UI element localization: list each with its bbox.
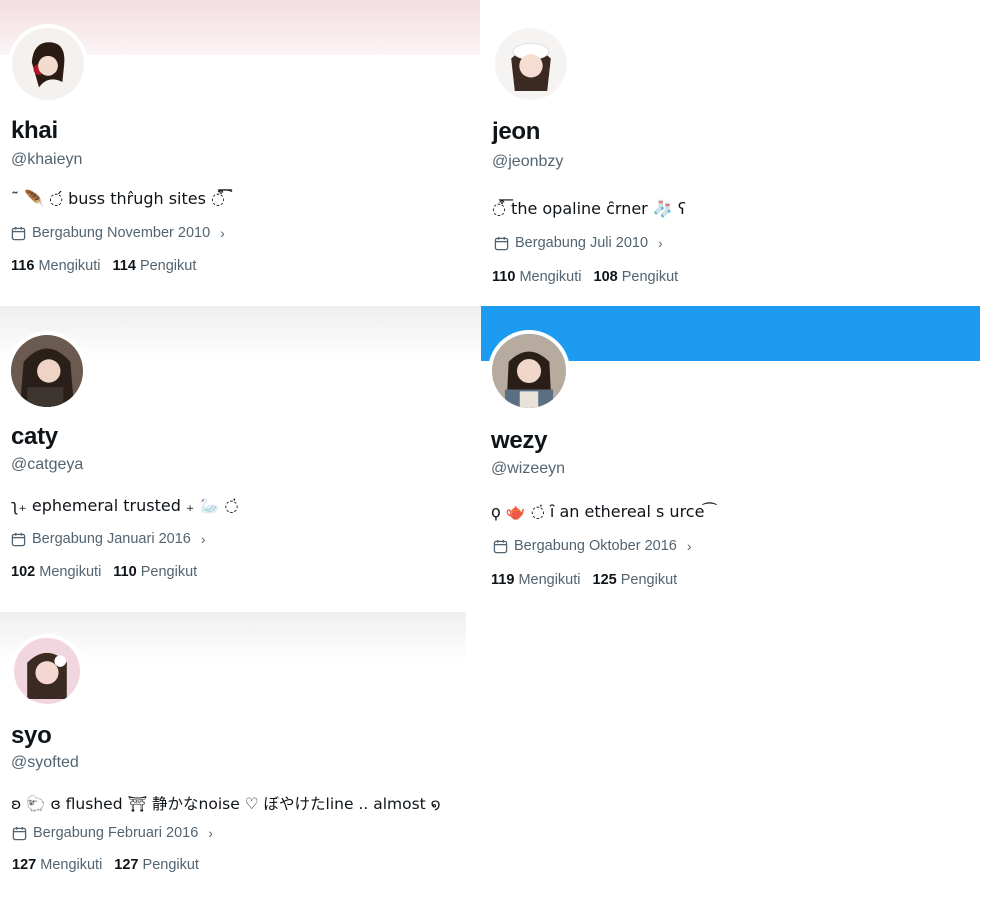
avatar[interactable] (488, 330, 570, 412)
follow-stats: 119 Mengikuti 125 Pengikut (491, 572, 677, 588)
display-name: caty (11, 423, 58, 450)
profile-card-khai: khai @khaieyn ˜ 🪶 ◌́ buss thr̂ugh sites … (0, 0, 480, 305)
display-name: khai (11, 117, 58, 144)
following-link[interactable]: 116 Mengikuti (11, 258, 101, 274)
calendar-icon (12, 826, 27, 840)
following-link[interactable]: 110 Mengikuti (492, 269, 582, 285)
follow-stats: 110 Mengikuti 108 Pengikut (492, 269, 678, 285)
followers-link[interactable]: 127 Pengikut (114, 857, 199, 873)
profile-card-wezy: wezy @wizeeyn ϙ 🫖 ◌̇ ȋ an ethereal s urc… (481, 306, 980, 626)
followers-link[interactable]: 110 Pengikut (113, 564, 197, 580)
handle[interactable]: @wizeeyn (491, 460, 565, 478)
bio: ˜ 🪶 ◌́ buss thr̂ugh sites ◌͒͞͡ (11, 189, 225, 208)
joined-date[interactable]: Bergabung Februari 2016 › (12, 825, 213, 841)
joined-label: Bergabung Juli 2010 (515, 235, 649, 251)
follow-stats: 102 Mengikuti 110 Pengikut (11, 564, 197, 580)
joined-date[interactable]: Bergabung Oktober 2016 › (493, 538, 692, 554)
joined-date[interactable]: Bergabung November 2010 › (11, 225, 225, 241)
chevron-right-icon: › (220, 225, 225, 241)
bio: ϙ 🫖 ◌̇ ȋ an ethereal s urce ͡ (491, 502, 710, 521)
joined-label: Bergabung November 2010 (32, 225, 211, 241)
chevron-right-icon: › (200, 531, 206, 547)
follow-stats: 127 Mengikuti 127 Pengikut (12, 857, 199, 873)
chevron-right-icon: › (686, 538, 692, 554)
joined-date[interactable]: Bergabung Juli 2010 › (494, 235, 663, 251)
calendar-icon (11, 532, 26, 546)
avatar[interactable] (491, 24, 571, 104)
bio: ◌͒͞ the opaline c̑rner 🧦 ʕ (492, 199, 687, 218)
handle[interactable]: @syofted (11, 754, 79, 772)
joined-label: Bergabung Januari 2016 (32, 531, 191, 547)
handle[interactable]: @khaieyn (11, 151, 82, 169)
profile-card-caty: caty @catgeya ʅ₊ ephemeral trusted ₊ 🦢 ◌… (0, 306, 481, 610)
follow-stats: 116 Mengikuti 114 Pengikut (11, 258, 196, 274)
following-link[interactable]: 127 Mengikuti (12, 857, 102, 873)
profile-card-syo: syo @syofted ʚ 🐑 ɞ flushed ⛩ 静かなnoise ♡ … (0, 612, 470, 919)
avatar[interactable] (10, 634, 84, 708)
bio: ʅ₊ ephemeral trusted ₊ 🦢 ◌̇ (11, 496, 239, 515)
followers-link[interactable]: 114 Pengikut (113, 258, 197, 274)
following-link[interactable]: 119 Mengikuti (491, 572, 581, 588)
handle[interactable]: @jeonbzy (492, 153, 563, 171)
profile-card-jeon: jeon @jeonbzy ◌͒͞ the opaline c̑rner 🧦 ʕ… (481, 0, 980, 305)
chevron-right-icon: › (658, 235, 663, 251)
calendar-icon (494, 236, 509, 250)
joined-label: Bergabung Februari 2016 (33, 825, 199, 841)
joined-date[interactable]: Bergabung Januari 2016 › (11, 531, 206, 547)
bio: ʚ 🐑 ɞ flushed ⛩ 静かなnoise ♡ ぼやけたline .. a… (11, 795, 441, 813)
chevron-right-icon: › (208, 825, 213, 841)
joined-label: Bergabung Oktober 2016 (514, 538, 677, 554)
avatar[interactable] (8, 24, 88, 104)
avatar[interactable] (7, 331, 87, 411)
followers-link[interactable]: 108 Pengikut (594, 269, 679, 285)
display-name: wezy (491, 427, 548, 454)
following-link[interactable]: 102 Mengikuti (11, 564, 101, 580)
followers-link[interactable]: 125 Pengikut (593, 572, 678, 588)
display-name: jeon (492, 118, 541, 145)
display-name: syo (11, 722, 52, 749)
calendar-icon (493, 539, 508, 553)
calendar-icon (11, 226, 26, 240)
handle[interactable]: @catgeya (11, 456, 83, 474)
